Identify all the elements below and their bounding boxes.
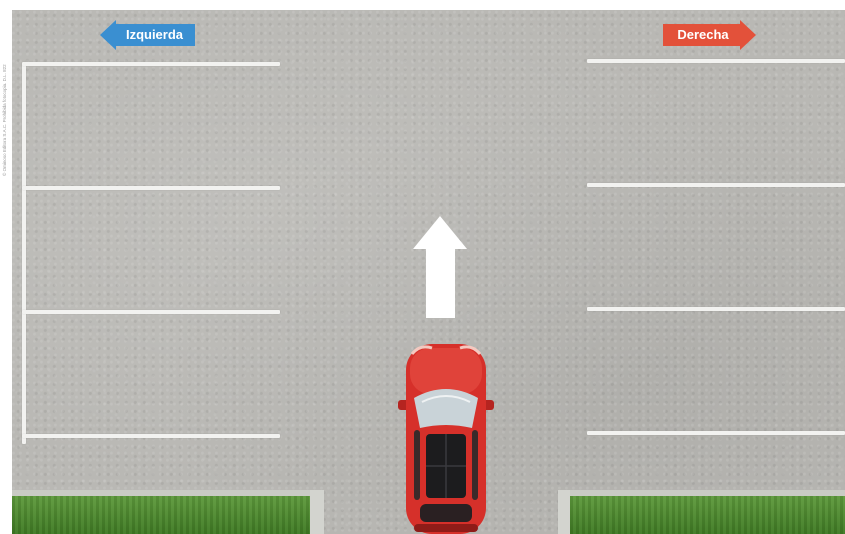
left-sign-label: Izquierda	[125, 27, 184, 42]
right-direction-sign[interactable]: Derecha	[663, 20, 756, 50]
left-bay-line-1	[22, 62, 280, 66]
left-direction-sign[interactable]: Izquierda	[100, 20, 195, 50]
left-bay-vertical-line	[22, 64, 26, 444]
left-grass-strip	[12, 490, 310, 534]
red-car-icon	[398, 344, 494, 534]
left-bay-line-4	[22, 434, 280, 438]
right-bay-line-1	[587, 59, 845, 63]
right-grass-strip	[570, 490, 845, 534]
right-bay-line-2	[587, 183, 845, 187]
right-sign-label: Derecha	[677, 27, 729, 42]
right-bay-line-4	[587, 431, 845, 435]
parking-lot-scene: Izquierda Derecha	[12, 10, 845, 534]
right-bay-line-3	[587, 307, 845, 311]
left-bay-line-3	[22, 310, 280, 314]
left-bay-line-2	[22, 186, 280, 190]
up-arrow-icon	[413, 216, 467, 318]
copyright-notice: © Ominoso Editora S.A.C. Prohibida fotoc…	[2, 64, 7, 176]
